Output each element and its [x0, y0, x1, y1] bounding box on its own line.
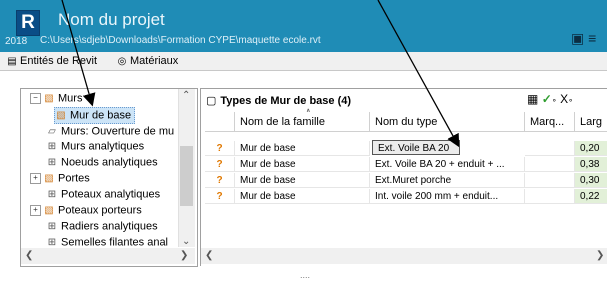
window-icon: ▤ [7, 56, 17, 67]
folder-icon: ▢ [206, 95, 217, 107]
status-unknown-icon: ? [205, 141, 235, 156]
door-icon: ▧ [44, 173, 54, 184]
scroll-left-icon[interactable]: ❮ [25, 250, 33, 261]
cell-width[interactable]: 0,30 [575, 173, 607, 188]
cell-type[interactable]: Ext.Muret porche [370, 173, 525, 188]
clear-icon[interactable]: X [560, 92, 568, 106]
collapse-icon[interactable]: − [30, 93, 41, 104]
project-name: Nom du projet [58, 10, 165, 29]
material-sphere-icon: ◎ [117, 56, 127, 67]
file-path: C:\Users\sdjeb\Downloads\Formation CYPE\… [40, 35, 321, 46]
analytical-icon: ⊞ [47, 157, 57, 168]
scroll-right-icon[interactable]: ❯ [180, 250, 188, 261]
cell-type[interactable]: Int. voile 200 mm + enduit... [370, 189, 525, 204]
cell-width[interactable]: 0,20 [575, 141, 607, 156]
tree-scroll-thumb[interactable] [180, 146, 193, 206]
tab-materials[interactable]: ◎ Matériaux [114, 52, 181, 70]
tree-item-mur-de-base[interactable]: ▧ Mur de base [54, 107, 136, 124]
tab-bar: ▤ Entités de Revit ◎ Matériaux [0, 52, 607, 71]
revit-logo: R [16, 10, 40, 36]
column-icon: ▧ [44, 205, 54, 216]
cell-mark[interactable] [525, 189, 575, 204]
grid-title: ▢ Types de Mur de base (4) [206, 95, 352, 107]
expand-icon[interactable]: + [30, 173, 41, 184]
version-year: 2018 [5, 36, 28, 47]
cell-family[interactable]: Mur de base [235, 157, 370, 172]
expand-icon[interactable]: + [30, 205, 41, 216]
scroll-right-icon[interactable]: ❯ [596, 250, 604, 261]
column-width[interactable]: Larg [575, 112, 607, 132]
wall-type-icon: ▧ [56, 110, 66, 121]
check-icon[interactable]: ✓ [542, 92, 552, 106]
column-type-name[interactable]: Nom du type [370, 112, 525, 132]
analytical-icon: ⊞ [47, 189, 57, 200]
tree-item-noeuds-analytiques[interactable]: ⊞ Noeuds analytiques [46, 155, 158, 170]
cell-width[interactable]: 0,22 [575, 189, 607, 204]
cell-mark[interactable] [525, 157, 575, 172]
app-header: R Nom du projet 2018 C:\Users\sdjeb\Down… [0, 0, 607, 52]
tab-label: Matériaux [130, 55, 179, 67]
grid-horizontal-scrollbar[interactable] [201, 248, 607, 264]
cell-family[interactable]: Mur de base [235, 189, 370, 204]
scroll-left-icon[interactable]: ❮ [205, 250, 213, 261]
status-unknown-icon: ? [205, 157, 235, 172]
cell-mark[interactable] [525, 173, 575, 188]
cell-type-selected[interactable]: Ext. Voile BA 20 [372, 140, 460, 155]
column-status[interactable] [205, 112, 235, 132]
panel-icon[interactable]: ▣ [571, 30, 584, 46]
analytical-icon: ⊞ [47, 221, 57, 232]
panel-splitter[interactable]: .... [300, 270, 310, 280]
tree-item-murs[interactable]: − ▧ Murs [30, 91, 82, 106]
menu-icon[interactable]: ≡ [588, 30, 596, 46]
tab-revit-entities[interactable]: ▤ Entités de Revit [4, 52, 100, 70]
tree-item-poteaux-analytiques[interactable]: ⊞ Poteaux analytiques [46, 187, 160, 202]
status-unknown-icon: ? [205, 173, 235, 188]
cell-family[interactable]: Mur de base [235, 173, 370, 188]
column-family-name[interactable]: Nom de la famille [235, 112, 370, 132]
tree-item-radiers-analytiques[interactable]: ⊞ Radiers analytiques [46, 219, 158, 234]
status-unknown-icon: ? [205, 189, 235, 204]
opening-icon: ▱ [48, 126, 56, 137]
cell-width[interactable]: 0,38 [575, 157, 607, 172]
edit-table-icon[interactable]: ▦ [527, 92, 538, 106]
scroll-down-icon[interactable]: ⌄ [182, 236, 190, 247]
tab-label: Entités de Revit [20, 55, 98, 67]
scroll-up-icon[interactable]: ⌃ [182, 90, 190, 101]
analytical-icon: ⊞ [47, 141, 57, 152]
wall-type-icon: ▧ [44, 93, 54, 104]
tree-item-murs-ouverture[interactable]: ▱ Murs: Ouverture de mu [46, 124, 174, 139]
cell-type[interactable]: Ext. Voile BA 20 + enduit + ... [370, 157, 525, 172]
cell-family[interactable]: Mur de base [235, 141, 370, 156]
cell-mark[interactable] [525, 141, 575, 156]
tree-item-murs-analytiques[interactable]: ⊞ Murs analytiques [46, 139, 144, 154]
column-mark[interactable]: Marq... [525, 112, 575, 132]
tree-item-portes[interactable]: + ▧ Portes [30, 171, 90, 186]
tree-item-poteaux-porteurs[interactable]: + ▧ Poteaux porteurs [30, 203, 142, 218]
tree-horizontal-scrollbar[interactable] [21, 248, 195, 264]
